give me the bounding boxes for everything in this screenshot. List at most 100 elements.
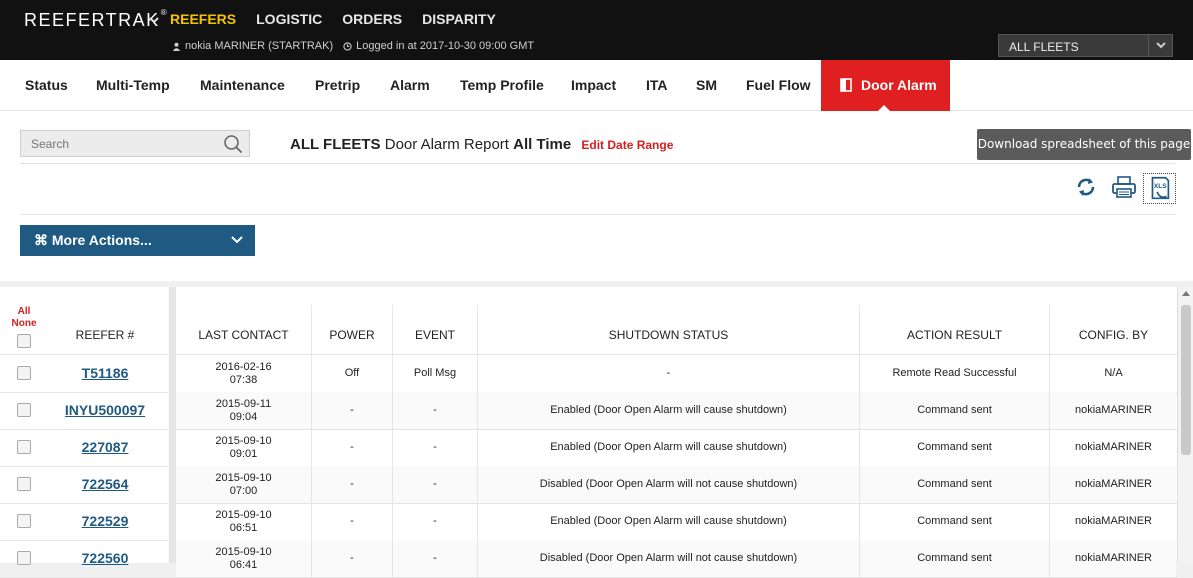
more-actions-button[interactable]: ⌘ More Actions... [20, 225, 255, 256]
user-info: nokia MARINER (STARTRAK) Logged in at 20… [172, 40, 534, 52]
vertical-scrollbar[interactable] [1177, 287, 1193, 563]
edit-date-range-link[interactable]: Edit Date Range [581, 138, 673, 152]
col-header-last-contact[interactable]: LAST CONTACT [176, 328, 311, 342]
tab-fuel-flow[interactable]: Fuel Flow [746, 60, 811, 111]
header-line [0, 354, 1177, 355]
cell-by: N/A [1104, 367, 1123, 379]
fleet-select-value: ALL FLEETS [1009, 40, 1079, 54]
tab-maintenance[interactable]: Maintenance [200, 60, 285, 111]
tab-door-alarm[interactable]: Door Alarm [821, 60, 950, 112]
topnav-orders[interactable]: ORDERS [342, 11, 402, 27]
cell-result: Command sent [917, 441, 992, 453]
login-time: Logged in at 2017-10-30 09:00 GMT [356, 40, 535, 52]
last-contact-time: 09:01 [229, 448, 258, 460]
cell-power: - [350, 515, 354, 527]
topnav-reefers[interactable]: REEFERS [170, 11, 236, 27]
cell-separator [477, 540, 478, 577]
col-header-shutdown-status[interactable]: SHUTDOWN STATUS [478, 328, 859, 342]
reefer-link[interactable]: 722564 [40, 476, 170, 492]
cell-event: Poll Msg [413, 367, 457, 379]
last-contact-date: 2015-09-11 [215, 398, 272, 410]
cell-by: nokiaMARINER [1074, 552, 1153, 564]
topnav-logistic[interactable]: LOGISTIC [256, 11, 322, 27]
col-header-event[interactable]: EVENT [393, 328, 477, 342]
row-checkbox[interactable] [17, 477, 31, 491]
report-panel: ALL FLEETS Door Alarm Report All Time Ed… [0, 111, 1193, 281]
select-all-checkbox[interactable] [17, 334, 31, 348]
reefer-link[interactable]: 722529 [40, 513, 170, 529]
report-range: All Time [513, 136, 572, 153]
print-icon[interactable] [1111, 175, 1137, 199]
row-checkbox[interactable] [17, 514, 31, 528]
search-input[interactable] [31, 137, 211, 151]
col-header-action-result[interactable]: ACTION RESULT [860, 328, 1049, 342]
cell-separator [392, 503, 393, 540]
header-separator [859, 305, 860, 355]
cell-result: Command sent [917, 478, 992, 490]
row-checkbox[interactable] [17, 440, 31, 454]
download-xls-button[interactable]: XLS [1143, 173, 1176, 204]
reefer-link[interactable]: 227087 [40, 439, 170, 455]
brand-name: REEFERTRAK [24, 10, 160, 30]
row-checkbox[interactable] [17, 403, 31, 417]
cell-result: Command sent [917, 552, 992, 564]
cell-separator [311, 466, 312, 503]
chevron-down-icon [1156, 42, 1166, 49]
top-bar: REEFERTRAK® REEFERS LOGISTIC ORDERS DISP… [0, 0, 1193, 60]
chevron-down-icon[interactable] [148, 14, 160, 26]
cell-power: - [350, 552, 354, 564]
fleet-select[interactable]: ALL FLEETS [998, 34, 1173, 57]
col-header-config-by[interactable]: CONFIG. BY [1050, 328, 1177, 342]
tab-alarm[interactable]: Alarm [390, 60, 430, 111]
tab-ita[interactable]: ITA [646, 60, 668, 111]
scroll-up-icon[interactable] [1182, 291, 1190, 296]
cell-separator [859, 503, 860, 540]
brand-logo[interactable]: REEFERTRAK® [24, 8, 168, 31]
user-icon [172, 42, 181, 51]
select-none-link[interactable]: None [10, 318, 38, 330]
sub-nav: Status Multi-Temp Maintenance Pretrip Al… [0, 60, 1193, 112]
tab-status[interactable]: Status [25, 60, 68, 111]
cell-separator [859, 540, 860, 577]
col-header-reefer[interactable]: REEFER # [40, 328, 170, 342]
header-separator [477, 305, 478, 355]
reefer-link[interactable]: INYU500097 [40, 402, 170, 418]
header-separator [1049, 305, 1050, 355]
topnav-disparity[interactable]: DISPARITY [422, 11, 496, 27]
search-icon[interactable] [223, 134, 243, 154]
tab-impact[interactable]: Impact [571, 60, 616, 111]
cell-power: - [350, 478, 354, 490]
row-divider [0, 503, 1177, 504]
tab-multi-temp[interactable]: Multi-Temp [96, 60, 170, 111]
reefer-link[interactable]: T51186 [40, 365, 170, 381]
select-all-none: All None [10, 306, 38, 330]
last-contact-date: 2016-02-16 [215, 361, 272, 373]
tab-temp-profile[interactable]: Temp Profile [460, 60, 544, 111]
row-checkbox[interactable] [17, 366, 31, 380]
report-fleet: ALL FLEETS [290, 136, 381, 153]
tab-pretrip[interactable]: Pretrip [315, 60, 360, 111]
scrollbar-thumb[interactable] [1181, 305, 1191, 455]
last-contact-time: 07:00 [229, 485, 258, 497]
cell-separator [859, 466, 860, 503]
header-separator [392, 305, 393, 355]
cell-separator [477, 466, 478, 503]
cell-separator [392, 540, 393, 577]
cell-separator [311, 392, 312, 429]
cell-separator [477, 355, 478, 392]
cell-separator [477, 429, 478, 466]
cell-result: Command sent [917, 404, 992, 416]
refresh-icon[interactable] [1074, 175, 1098, 199]
search-box [20, 130, 250, 157]
fleet-select-toggle[interactable] [1148, 35, 1172, 56]
cell-status: Disabled (Door Open Alarm will not cause… [539, 552, 798, 564]
cell-separator [392, 429, 393, 466]
cell-event: - [433, 404, 437, 416]
col-header-power[interactable]: POWER [312, 328, 392, 342]
select-all-link[interactable]: All [10, 306, 38, 318]
tab-sm[interactable]: SM [696, 60, 717, 111]
svg-text:XLS: XLS [1154, 183, 1167, 190]
reefer-link[interactable]: 722560 [40, 550, 170, 566]
cell-power: - [350, 441, 354, 453]
cell-separator [1049, 355, 1050, 392]
